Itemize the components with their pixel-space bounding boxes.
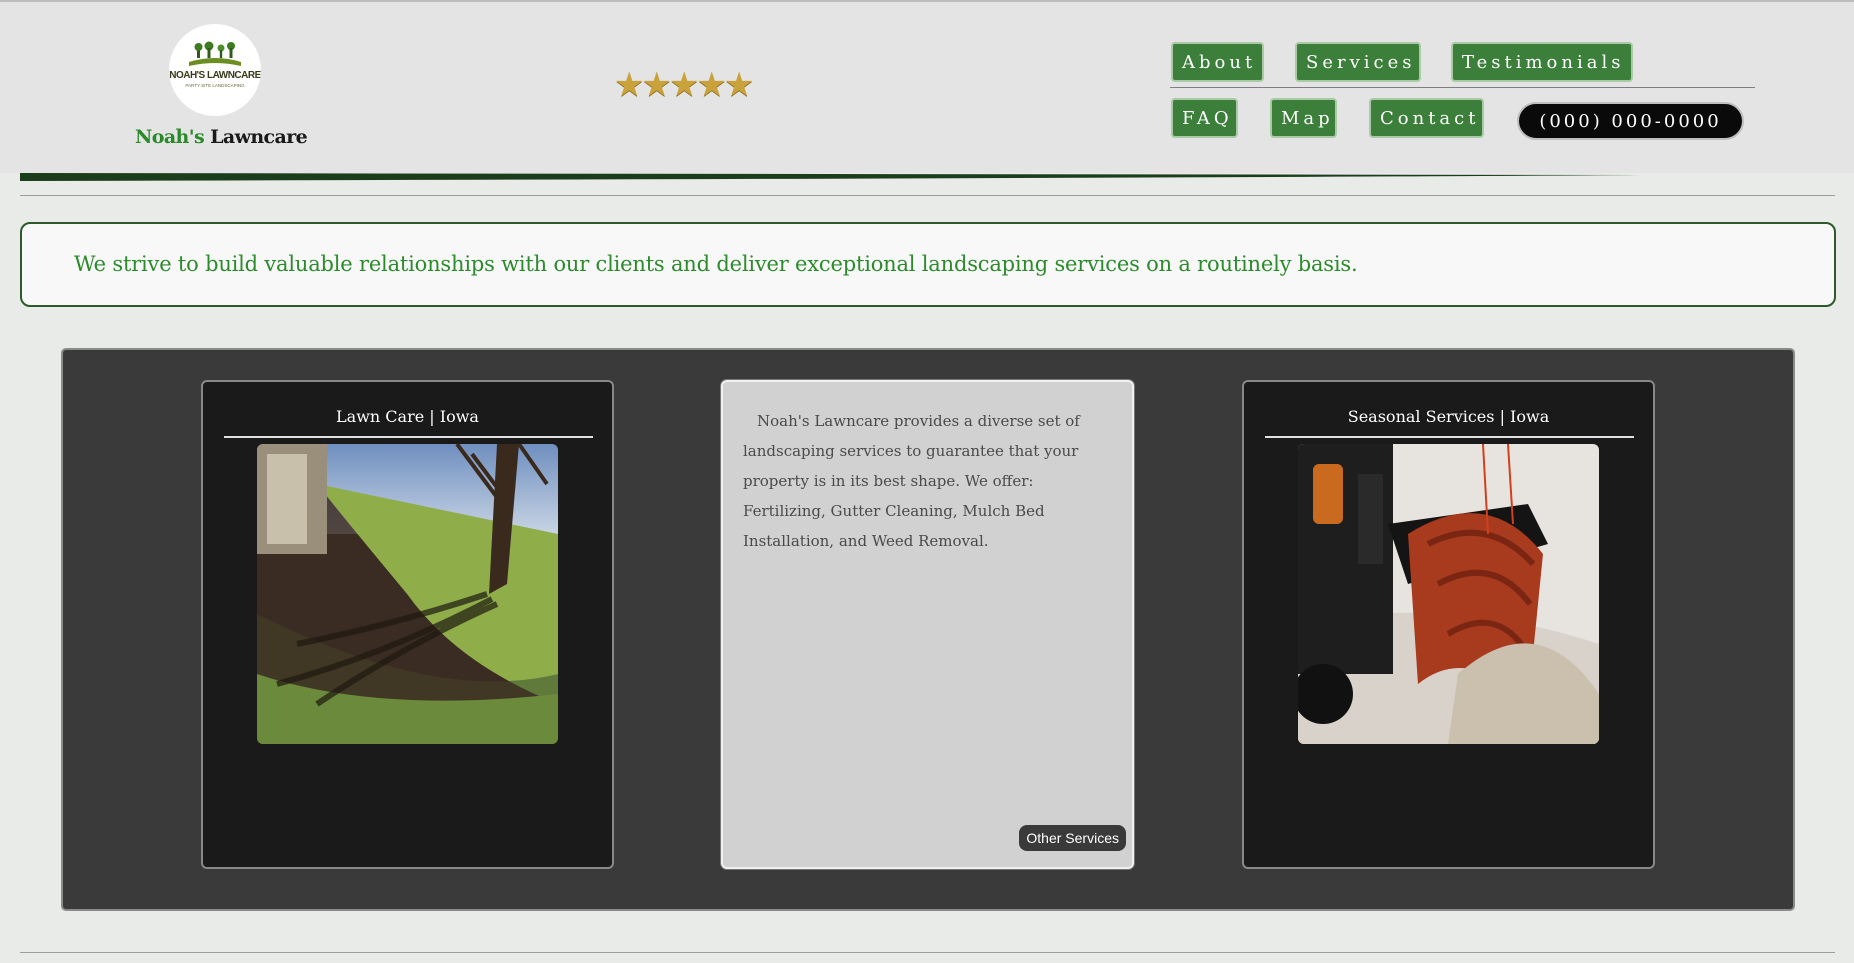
lawn-care-image	[257, 444, 558, 744]
brand-name-first: Noah's	[135, 126, 205, 148]
lawn-care-title: Lawn Care | Iowa	[336, 407, 479, 426]
header-swoosh	[20, 173, 1640, 181]
other-services-button[interactable]: Other Services	[1019, 825, 1126, 851]
brand-logo[interactable]: NOAH'S LAWNCARE PARTY SITE LANDSCAPING N…	[135, 24, 308, 148]
card-rule	[1265, 436, 1634, 438]
brand-name-second: Lawncare	[210, 126, 308, 148]
card-rule	[224, 436, 593, 438]
logo-text: NOAH'S LAWNCARE	[169, 70, 261, 81]
tagline-text: We strive to build valuable relationship…	[74, 252, 1358, 276]
divider-top	[20, 195, 1835, 196]
lawn-care-card[interactable]: Lawn Care | Iowa	[201, 380, 614, 869]
nav-faq-button[interactable]: FAQ	[1171, 98, 1238, 138]
nav-testimonials-button[interactable]: Testimonials	[1451, 42, 1633, 82]
divider-bottom	[20, 952, 1835, 953]
nav-map-button[interactable]: Map	[1270, 98, 1337, 138]
site-header: NOAH'S LAWNCARE PARTY SITE LANDSCAPING N…	[0, 0, 1854, 173]
services-description-card: Noah's Lawncare provides a diverse set o…	[721, 380, 1134, 869]
seasonal-services-title: Seasonal Services | Iowa	[1347, 407, 1550, 426]
seasonal-services-card[interactable]: Seasonal Services | Iowa	[1242, 380, 1655, 869]
nav-contact-button[interactable]: Contact	[1369, 98, 1484, 138]
seasonal-services-image	[1298, 444, 1599, 744]
nav-services-button[interactable]: Services	[1295, 42, 1421, 82]
logo-subtext: PARTY SITE LANDSCAPING	[185, 83, 245, 88]
tagline-banner: We strive to build valuable relationship…	[20, 222, 1836, 307]
nav-about-button[interactable]: About	[1171, 42, 1264, 82]
nav-divider	[1170, 87, 1755, 88]
phone-number-button[interactable]: (000) 000-0000	[1517, 102, 1744, 140]
logo-badge: NOAH'S LAWNCARE PARTY SITE LANDSCAPING	[169, 24, 261, 116]
rating-stars: ★★★★★	[614, 65, 754, 105]
services-description-text: Noah's Lawncare provides a diverse set o…	[743, 412, 1080, 550]
logo-graphic: NOAH'S LAWNCARE PARTY SITE LANDSCAPING	[169, 41, 261, 88]
brand-name: Noah's Lawncare	[135, 126, 308, 148]
